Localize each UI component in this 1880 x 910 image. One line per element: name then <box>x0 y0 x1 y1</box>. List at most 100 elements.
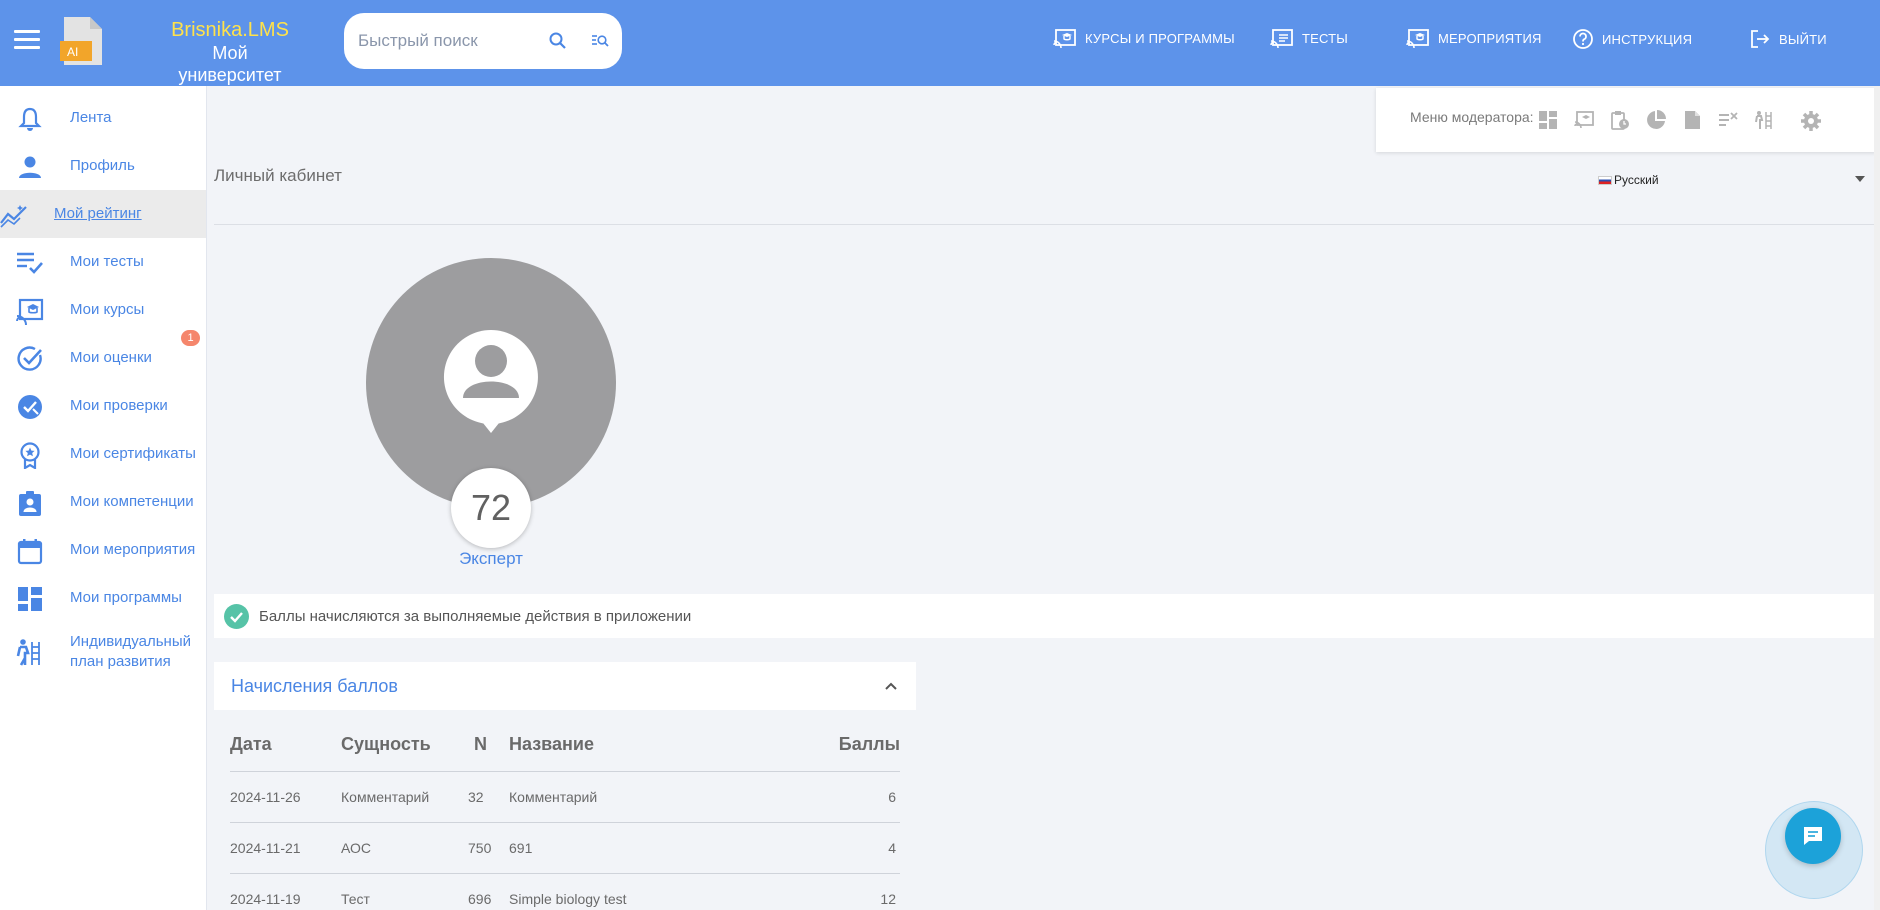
document-icon[interactable] <box>1682 110 1702 130</box>
dashboard-icon <box>18 587 42 611</box>
nav-tests-label: ТЕСТЫ <box>1302 30 1349 46</box>
sidebar-item-programs[interactable]: Мои программы <box>0 574 206 622</box>
scrollbar[interactable] <box>1874 86 1880 910</box>
column-header[interactable]: Название <box>509 734 594 755</box>
nav-courses-programs[interactable]: КУРСЫ И ПРОГРАММЫ <box>1053 28 1235 48</box>
language-select[interactable]: Русский <box>1598 173 1659 187</box>
cell-number: 696 <box>468 891 492 907</box>
rating-score: 72 <box>451 468 531 548</box>
cast-events-icon <box>1406 29 1429 48</box>
sidebar-item-label: Индивидуальный план развития <box>70 633 191 670</box>
caret-down-icon[interactable] <box>1855 176 1865 182</box>
top-bar: AI Brisnika.LMS Мой университет КУРСЫ И … <box>0 0 1880 86</box>
hamburger-menu-icon[interactable] <box>14 30 40 52</box>
brand-subtitle: Мой университет <box>178 43 282 85</box>
pie-chart-icon[interactable] <box>1646 110 1666 130</box>
sidebar-item-rating[interactable]: Мой рейтинг <box>0 190 206 238</box>
sidebar-item-label: Мои сертификаты <box>70 445 196 462</box>
sidebar-item-events[interactable]: Мои мероприятия <box>0 526 206 574</box>
page-title: Личный кабинет <box>214 166 342 185</box>
logo-icon: AI <box>60 17 102 65</box>
cell-number: 750 <box>468 840 492 856</box>
sidebar-item-label: Мой рейтинг <box>54 205 142 222</box>
sidebar-item-courses[interactable]: Мои курсы <box>0 286 206 334</box>
cell-points: 12 <box>880 891 896 907</box>
column-header[interactable]: Сущность <box>341 734 431 755</box>
check-icon <box>224 603 249 629</box>
points-panel: Начисления баллов Дата Сущность N Назван… <box>214 662 916 910</box>
table-row: 2024-11-19 Тест 696 Simple biology test … <box>230 874 900 910</box>
nav-instruction[interactable]: ИНСТРУКЦИЯ <box>1572 28 1692 50</box>
russian-flag-icon <box>1598 175 1612 185</box>
table-row: 2024-11-26 Комментарий 32 Комментарий 6 <box>230 772 900 823</box>
column-header[interactable]: Дата <box>230 734 272 755</box>
sidebar-item-reviews[interactable]: Мои проверки <box>0 382 206 430</box>
column-header[interactable]: N <box>474 734 487 755</box>
badge-person-icon <box>19 491 41 516</box>
sidebar-item-tests[interactable]: Мои тесты <box>0 238 206 286</box>
nav-logout-label: ВЫЙТИ <box>1779 31 1827 47</box>
gear-icon[interactable] <box>1800 110 1822 132</box>
award-icon <box>20 442 40 469</box>
nav-courses-label: КУРСЫ И ПРОГРАММЫ <box>1085 30 1235 46</box>
advanced-search-icon[interactable] <box>590 31 610 51</box>
info-banner: Баллы начисляются за выполняемые действи… <box>214 594 1874 638</box>
cell-points: 6 <box>888 789 896 805</box>
logout-icon <box>1751 30 1770 48</box>
info-text: Баллы начисляются за выполняемые действи… <box>259 607 692 625</box>
sidebar-item-grades[interactable]: Мои оценки <box>0 334 206 382</box>
calendar-icon <box>17 539 43 565</box>
quick-search <box>344 13 622 69</box>
sidebar-item-label: Профиль <box>70 157 135 174</box>
cell-name: 691 <box>509 840 533 856</box>
chevron-up-icon[interactable] <box>884 679 898 693</box>
cell-entity: АОС <box>341 840 372 856</box>
sidebar-item-development-plan[interactable]: Индивидуальный план развития <box>0 622 206 682</box>
search-icon[interactable] <box>548 31 568 51</box>
moderator-menu: Меню модератора: <box>1376 88 1876 152</box>
sidebar-item-feed[interactable]: Лента <box>0 94 206 142</box>
brand[interactable]: Brisnika.LMS Мой университет <box>160 18 300 86</box>
clipboard-clock-icon[interactable] <box>1610 110 1630 130</box>
cast-tests-icon <box>1270 29 1293 48</box>
check-circle-icon <box>17 346 42 371</box>
rating-level: Эксперт <box>459 549 523 568</box>
nav-tests[interactable]: ТЕСТЫ <box>1270 28 1348 48</box>
sidebar-item-label: Мои проверки <box>70 397 168 414</box>
sidebar-item-label: Мои компетенции <box>70 493 194 510</box>
nav-logout[interactable]: ВЫЙТИ <box>1749 28 1827 50</box>
grades-count-badge: 1 <box>181 330 200 346</box>
help-circle-icon <box>1573 29 1593 49</box>
list-check-icon <box>17 252 43 274</box>
column-header[interactable]: Баллы <box>839 734 900 755</box>
points-panel-header[interactable]: Начисления баллов <box>214 662 916 710</box>
language-label: Русский <box>1614 173 1659 187</box>
table-header: Дата Сущность N Название Баллы <box>230 716 900 772</box>
sidebar-item-label: Мои курсы <box>70 301 145 318</box>
cast-icon[interactable] <box>1574 110 1594 130</box>
trending-chart-icon <box>0 205 27 228</box>
sidebar-item-label: Мои оценки <box>70 349 152 366</box>
person-icon <box>19 156 41 178</box>
search-input[interactable] <box>358 31 548 51</box>
sidebar-item-certificates[interactable]: Мои сертификаты <box>0 430 206 478</box>
nav-instruction-label: ИНСТРУКЦИЯ <box>1602 31 1693 47</box>
points-table: Дата Сущность N Название Баллы 2024-11-2… <box>230 716 900 910</box>
climb-icon[interactable] <box>1754 110 1774 130</box>
chat-button[interactable] <box>1785 808 1841 864</box>
cell-name: Комментарий <box>509 789 598 805</box>
cell-entity: Тест <box>341 891 370 907</box>
nav-events[interactable]: МЕРОПРИЯТИЯ <box>1406 28 1542 48</box>
brand-name: Brisnika.LMS <box>171 19 289 41</box>
cell-number: 32 <box>468 789 484 805</box>
climb-icon <box>16 639 40 666</box>
table-row: 2024-11-21 АОС 750 691 4 <box>230 823 900 874</box>
list-x-icon[interactable] <box>1718 110 1738 130</box>
sidebar-item-label: Мои тесты <box>70 253 144 270</box>
sidebar-item-competencies[interactable]: Мои компетенции <box>0 478 206 526</box>
sidebar: Лента Профиль Мой рейтинг Мои тесты Мои … <box>0 86 207 910</box>
cell-points: 4 <box>888 840 896 856</box>
sidebar-item-profile[interactable]: Профиль <box>0 142 206 190</box>
cell-date: 2024-11-26 <box>230 789 301 805</box>
dashboard-icon[interactable] <box>1538 110 1558 130</box>
